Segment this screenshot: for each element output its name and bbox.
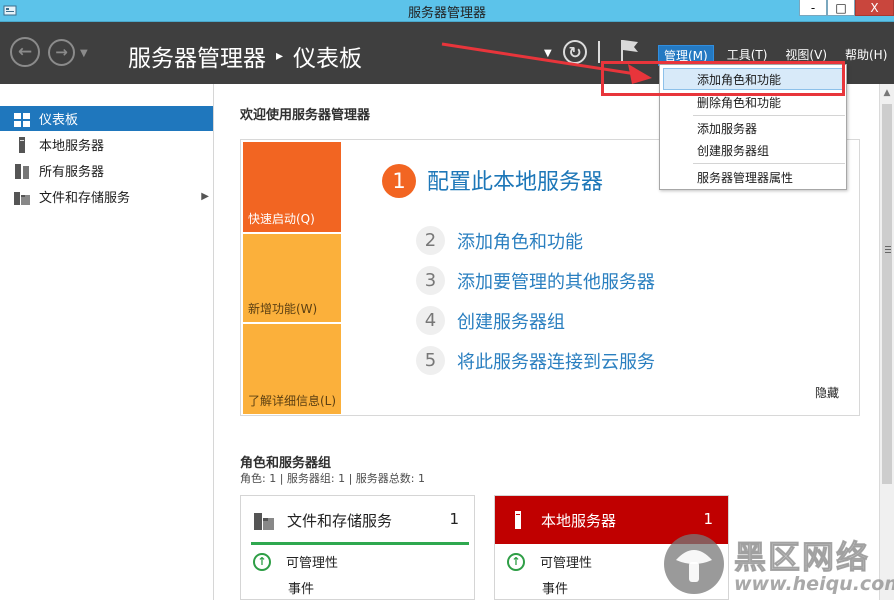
step-number-badge: 1: [382, 164, 416, 198]
breadcrumb-current: 仪表板: [293, 46, 363, 72]
welcome-heading: 欢迎使用服务器管理器: [240, 108, 371, 123]
window-title: 服务器管理器: [407, 6, 486, 21]
annotation-arrow-icon: [441, 42, 652, 84]
step-number: 2: [416, 226, 445, 255]
close-button[interactable]: X: [855, 0, 894, 16]
menu-item-create-server-group[interactable]: 创建服务器组: [660, 139, 846, 161]
step-number: 4: [416, 306, 445, 335]
menu-separator: [693, 163, 845, 164]
step-link[interactable]: 添加角色和功能: [457, 228, 583, 254]
card-count: 1: [449, 510, 459, 528]
events-row[interactable]: 事件: [253, 578, 314, 597]
row-label: 可管理性: [286, 556, 339, 571]
menu-item-add-servers[interactable]: 添加服务器: [660, 117, 846, 139]
file-storage-icon: [253, 510, 275, 530]
breadcrumb-root[interactable]: 服务器管理器: [128, 39, 266, 73]
step-add-roles[interactable]: 2 添加角色和功能: [416, 226, 583, 255]
arrow-left-icon: ←: [17, 41, 33, 62]
minimize-button[interactable]: -: [799, 0, 827, 16]
arrow-right-icon: →: [55, 43, 68, 61]
step-link[interactable]: 添加要管理的其他服务器: [457, 268, 655, 294]
sidebar-item-label: 本地服务器: [39, 139, 105, 154]
servers-icon: [13, 163, 31, 179]
title-bar: 服务器管理器 - □ X: [0, 0, 894, 22]
step-create-group[interactable]: 4 创建服务器组: [416, 306, 565, 335]
tile-whats-new[interactable]: 新增功能(W): [243, 234, 341, 322]
card-title: 本地服务器: [541, 511, 617, 530]
sidebar-item-dashboard[interactable]: 仪表板: [0, 106, 213, 131]
events-row[interactable]: 事件: [507, 578, 568, 597]
manageability-row[interactable]: ↑ 可管理性: [253, 552, 338, 571]
sidebar-item-all-servers[interactable]: 所有服务器: [0, 158, 213, 183]
row-label: 事件: [288, 582, 315, 597]
row-label: 事件: [542, 582, 569, 597]
menu-separator: [693, 115, 845, 116]
sidebar-item-label: 仪表板: [39, 113, 79, 128]
status-bar: [251, 542, 469, 545]
step-number: 5: [416, 346, 445, 375]
hide-link[interactable]: 隐藏: [815, 384, 839, 401]
maximize-button[interactable]: □: [827, 0, 855, 16]
file-storage-icon: [13, 189, 31, 205]
configure-local-server-link[interactable]: 配置此本地服务器: [427, 164, 603, 196]
server-icon: [507, 510, 529, 530]
sidebar-item-local-server[interactable]: 本地服务器: [0, 132, 213, 157]
card-header[interactable]: 本地服务器 1: [495, 496, 728, 544]
scrollbar-thumb[interactable]: [882, 104, 892, 484]
back-button[interactable]: ←: [10, 37, 40, 67]
step-number: 3: [416, 266, 445, 295]
card-header[interactable]: 文件和存储服务 1: [241, 496, 474, 544]
roles-summary: 角色: 1 | 服务器组: 1 | 服务器总数: 1: [240, 472, 426, 485]
chevron-right-icon[interactable]: ▶: [201, 191, 209, 202]
server-icon: [13, 136, 31, 153]
tile-learn-more[interactable]: 了解详细信息(L): [243, 324, 341, 414]
sidebar-item-file-storage[interactable]: 文件和存储服务 ▶: [0, 184, 213, 209]
menu-item-properties[interactable]: 服务器管理器属性: [660, 166, 846, 188]
card-count: 1: [703, 510, 713, 528]
tile-quick-start[interactable]: 快速启动(Q): [243, 142, 341, 232]
sidebar-item-label: 文件和存储服务: [39, 191, 131, 206]
grip-icon: [885, 246, 891, 253]
sidebar-item-label: 所有服务器: [39, 165, 105, 180]
breadcrumb-separator-icon: ▸: [276, 48, 284, 64]
arrow-up-circle-icon: ↑: [253, 552, 271, 571]
server-manager-window: 服务器管理器 - □ X ← → ▼ 服务器管理器 ▸ 仪表板 ▼ ↻ 管理(M…: [0, 0, 894, 600]
dashboard-icon: [13, 111, 31, 127]
menu-help[interactable]: 帮助(H): [840, 45, 892, 66]
step-add-servers[interactable]: 3 添加要管理的其他服务器: [416, 266, 655, 295]
vertical-scrollbar[interactable]: ▲: [879, 84, 894, 600]
step-link[interactable]: 创建服务器组: [457, 308, 565, 334]
forward-button[interactable]: →: [48, 39, 75, 66]
row-label: 可管理性: [540, 556, 593, 571]
manageability-row[interactable]: ↑ 可管理性: [507, 552, 592, 571]
scroll-up-icon[interactable]: ▲: [880, 86, 894, 100]
arrow-up-circle-icon: ↑: [507, 552, 525, 571]
step-connect-cloud[interactable]: 5 将此服务器连接到云服务: [416, 346, 655, 375]
breadcrumb: 服务器管理器 ▸ 仪表板: [128, 39, 362, 73]
card-title: 文件和存储服务: [287, 511, 393, 530]
role-card-local-server[interactable]: 本地服务器 1 ↑ 可管理性 事件: [494, 495, 729, 600]
role-card-file-storage[interactable]: 文件和存储服务 1 ↑ 可管理性 事件: [240, 495, 475, 600]
step-link[interactable]: 将此服务器连接到云服务: [457, 348, 655, 374]
roles-heading: 角色和服务器组: [240, 456, 332, 471]
sidebar: 仪表板 本地服务器 所有服务器 文件和存储服务 ▶: [0, 84, 214, 600]
history-dropdown-icon[interactable]: ▼: [80, 48, 88, 59]
